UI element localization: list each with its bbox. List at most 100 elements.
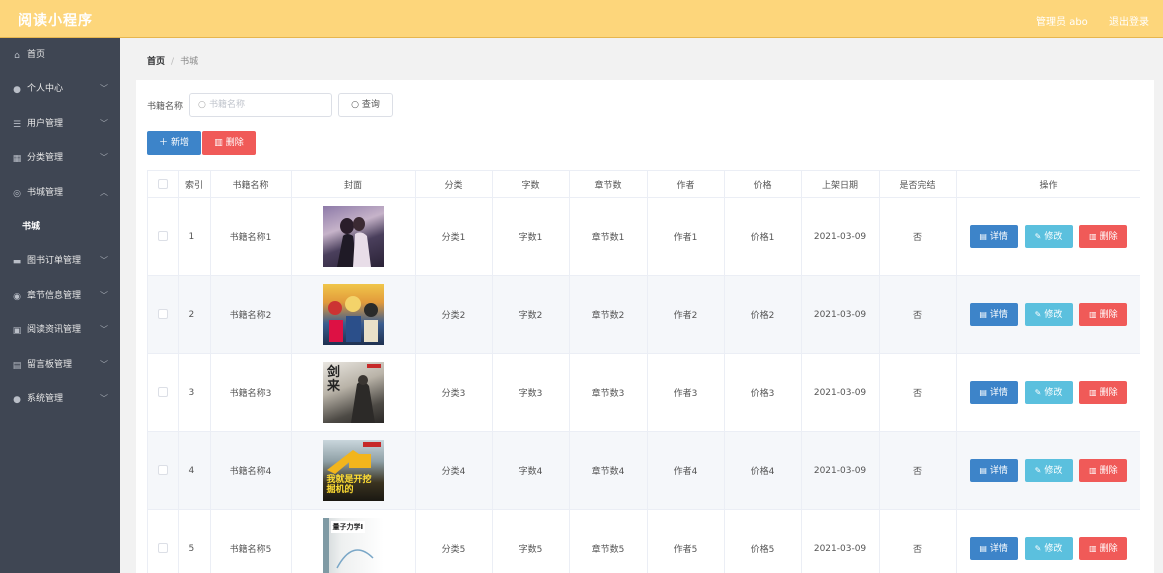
breadcrumb-separator: / <box>171 57 175 67</box>
sidebar-item-label: 留言板管理 <box>27 359 73 370</box>
actions-cell: ▤ 详情 ✎ 修改 ▥ 删除 <box>956 431 1140 510</box>
search-icon: ○ <box>351 100 359 110</box>
add-button[interactable]: ＋ 新增 <box>147 131 201 155</box>
chapters-cell: 章节数4 <box>569 431 648 510</box>
date-cell: 2021-03-09 <box>801 275 880 354</box>
row-delete-button-label: 删除 <box>1099 466 1118 476</box>
search-field[interactable]: ○ <box>189 93 332 117</box>
chevron-down-icon: ﹀ <box>100 393 108 403</box>
sidebar-item-label: 书城 <box>22 221 41 232</box>
detail-button[interactable]: ▤ 详情 <box>969 381 1018 404</box>
words-cell: 字数5 <box>492 509 570 573</box>
chevron-down-icon: ﹀ <box>100 325 108 335</box>
row-delete-button[interactable]: ▥ 删除 <box>1079 225 1128 248</box>
plus-icon: ＋ <box>159 138 169 148</box>
detail-button-label: 详情 <box>989 466 1008 476</box>
date-cell: 2021-03-09 <box>801 431 880 510</box>
finished-cell: 否 <box>879 509 957 573</box>
price-cell: 价格3 <box>724 353 802 432</box>
cover-cell <box>291 197 416 276</box>
document-icon: ▤ <box>979 310 987 319</box>
pencil-icon: ✎ <box>1034 232 1042 241</box>
row-checkbox[interactable] <box>157 231 168 242</box>
name-cell: 书籍名称4 <box>210 431 292 510</box>
edit-button[interactable]: ✎ 修改 <box>1024 381 1073 404</box>
edit-button[interactable]: ✎ 修改 <box>1024 225 1073 248</box>
column-header: 分类 <box>415 170 493 198</box>
row-checkbox[interactable] <box>157 465 168 476</box>
chapters-cell: 章节数3 <box>569 353 648 432</box>
column-header: 字数 <box>492 170 570 198</box>
trash-icon: ▥ <box>1089 232 1097 241</box>
sidebar-item-messages[interactable]: ▤ 留言板管理 ﹀ <box>0 348 120 382</box>
query-button[interactable]: ○ 查询 <box>338 93 393 117</box>
chevron-down-icon: ﹀ <box>100 84 108 94</box>
edit-button[interactable]: ✎ 修改 <box>1024 537 1073 560</box>
table-row: 4 书籍名称4 我就是开挖掘机的 分类4 字数4 章节数4 作者4 价格4 20… <box>148 431 1140 510</box>
breadcrumb-home[interactable]: 首页 <box>147 57 165 67</box>
sidebar-item-categories[interactable]: ▦ 分类管理 ﹀ <box>0 141 120 175</box>
book-cover-image: 我就是开挖掘机的 <box>322 440 384 501</box>
sidebar-item-users[interactable]: ☰ 用户管理 ﹀ <box>0 107 120 141</box>
row-checkbox[interactable] <box>157 387 168 398</box>
app-title: 阅读小程序 <box>18 13 93 29</box>
chevron-down-icon: ﹀ <box>100 256 108 266</box>
date-cell: 2021-03-09 <box>801 509 880 573</box>
sidebar-item-book-orders[interactable]: ▬ 图书订单管理 ﹀ <box>0 244 120 278</box>
sidebar-item-chapters[interactable]: ◉ 章节信息管理 ﹀ <box>0 279 120 313</box>
add-button-label: 新增 <box>170 138 189 148</box>
detail-button[interactable]: ▤ 详情 <box>969 459 1018 482</box>
column-header: 是否完结 <box>879 170 957 198</box>
logout-link[interactable]: 退出登录 <box>1109 17 1149 28</box>
sidebar-item-label: 书城管理 <box>27 187 64 198</box>
edit-button[interactable]: ✎ 修改 <box>1024 459 1073 482</box>
category-cell: 分类3 <box>415 353 493 432</box>
row-delete-button[interactable]: ▥ 删除 <box>1079 303 1128 326</box>
name-cell: 书籍名称2 <box>210 275 292 354</box>
chevron-down-icon: ﹀ <box>100 359 108 369</box>
book-icon: ▬ <box>12 257 22 268</box>
pencil-icon: ✎ <box>1034 544 1042 553</box>
delete-button[interactable]: ▥ 删除 <box>202 131 256 155</box>
column-header: 作者 <box>647 170 725 198</box>
sidebar-item-bookstore[interactable]: ◎ 书城管理 ︿ <box>0 176 120 210</box>
index-cell: 5 <box>178 509 211 573</box>
sidebar-item-profile[interactable]: ● 个人中心 ﹀ <box>0 72 120 106</box>
select-all-checkbox[interactable] <box>157 178 168 189</box>
sidebar-subitem-bookstore[interactable]: 书城 <box>0 210 120 244</box>
table-row: 3 书籍名称3 剑来 分类3 字数3 章节数3 作者3 价格3 2021-03-… <box>148 353 1140 432</box>
book-cover-image <box>322 206 384 267</box>
edit-button-label: 修改 <box>1044 544 1063 554</box>
search-input[interactable] <box>209 97 327 113</box>
sliders-icon: ☰ <box>12 119 22 130</box>
top-header: 阅读小程序 管理员 abo 退出登录 <box>0 0 1163 38</box>
index-cell: 2 <box>178 275 211 354</box>
row-select-cell <box>148 509 179 573</box>
admin-user-label[interactable]: 管理员 abo <box>1036 17 1088 28</box>
words-cell: 字数3 <box>492 353 570 432</box>
grid-icon: ▦ <box>12 154 22 165</box>
row-delete-button[interactable]: ▥ 删除 <box>1079 381 1128 404</box>
row-delete-button[interactable]: ▥ 删除 <box>1079 537 1128 560</box>
detail-button[interactable]: ▤ 详情 <box>969 303 1018 326</box>
actions-cell: ▤ 详情 ✎ 修改 ▥ 删除 <box>956 197 1140 276</box>
cover-cell: 我就是开挖掘机的 <box>291 431 416 510</box>
sidebar-item-system[interactable]: ● 系统管理 ﹀ <box>0 382 120 416</box>
chevron-up-icon: ︿ <box>100 187 108 197</box>
column-header: 封面 <box>291 170 416 198</box>
table-row: 5 书籍名称5 量子力学I 分类5 字数5 章节数5 作者5 价格5 2021-… <box>148 509 1140 573</box>
sidebar-item-home[interactable]: ⌂ 首页 <box>0 38 120 72</box>
detail-button-label: 详情 <box>989 544 1008 554</box>
sidebar-item-news[interactable]: ▣ 阅读资讯管理 ﹀ <box>0 313 120 347</box>
price-cell: 价格2 <box>724 275 802 354</box>
edit-button[interactable]: ✎ 修改 <box>1024 303 1073 326</box>
category-cell: 分类1 <box>415 197 493 276</box>
row-checkbox[interactable] <box>157 309 168 320</box>
sidebar-item-label: 首页 <box>27 50 46 60</box>
chevron-down-icon: ﹀ <box>100 153 108 163</box>
row-delete-button[interactable]: ▥ 删除 <box>1079 459 1128 482</box>
detail-button[interactable]: ▤ 详情 <box>969 225 1018 248</box>
pencil-icon: ✎ <box>1034 388 1042 397</box>
row-checkbox[interactable] <box>157 543 168 554</box>
detail-button[interactable]: ▤ 详情 <box>969 537 1018 560</box>
